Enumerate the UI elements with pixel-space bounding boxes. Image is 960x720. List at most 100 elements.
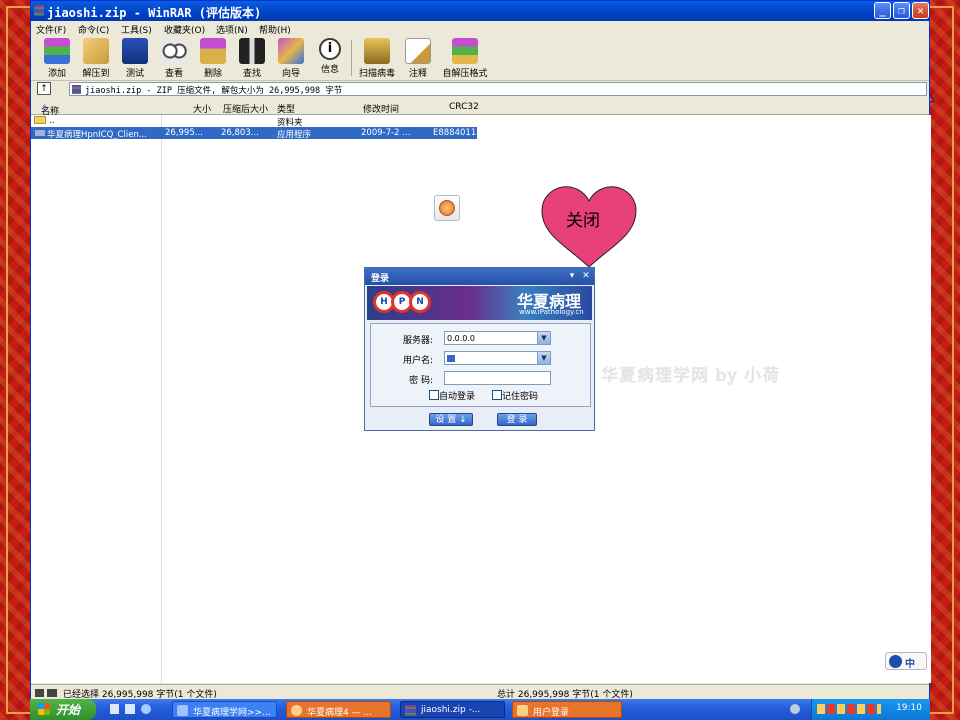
remember-label: 记住密码 bbox=[502, 392, 539, 402]
file-packed-size: 26,803... bbox=[221, 128, 259, 138]
menu-tools[interactable]: 工具(S) bbox=[121, 23, 152, 36]
auto-login-label: 自动登录 bbox=[439, 392, 476, 402]
test-icon bbox=[122, 38, 148, 64]
start-button[interactable]: 开始 bbox=[30, 699, 96, 720]
file-type: 应用程序 bbox=[277, 130, 312, 140]
toolbar: 添加 解压到 测试 查看 删除 查找 向导 i 信息 扫描病毒 注释 自解压格式 bbox=[31, 36, 929, 81]
watermark-text: 华夏病理学网 by 小荷 bbox=[601, 366, 781, 386]
toolbar-delete-button[interactable]: 删除 bbox=[193, 38, 233, 79]
chevron-down-icon[interactable]: ▼ bbox=[537, 332, 550, 344]
extract-to-icon bbox=[83, 38, 109, 64]
task-label: 华夏病理4 — ... bbox=[307, 708, 373, 718]
login-dialog: 登录 ▾ ✕ H P N 华夏病理 www.iPathology.cn 服务器:… bbox=[364, 267, 595, 431]
sfx-icon bbox=[452, 38, 478, 64]
task-label: 用户登录 bbox=[533, 708, 570, 718]
start-label: 开始 bbox=[56, 703, 81, 717]
quicklaunch-ie-icon[interactable] bbox=[110, 704, 119, 714]
spinner-icon bbox=[439, 200, 455, 216]
info-icon: i bbox=[319, 38, 341, 60]
server-value: 0.0.0.0 bbox=[447, 334, 475, 343]
taskbar-item-login[interactable]: 用户登录 bbox=[512, 701, 622, 718]
ime-indicator[interactable]: 中 bbox=[885, 652, 927, 670]
column-size-header[interactable]: 大小 bbox=[193, 102, 211, 115]
comment-icon bbox=[405, 38, 431, 64]
column-packed-header[interactable]: 压缩后大小 bbox=[223, 102, 268, 115]
up-folder-button[interactable]: ↑ bbox=[37, 82, 51, 95]
toolbar-info-button[interactable]: i 信息 bbox=[310, 38, 350, 75]
task-label: jiaoshi.zip -... bbox=[421, 705, 481, 715]
close-button[interactable]: ✕ bbox=[912, 2, 929, 19]
menu-options[interactable]: 选项(N) bbox=[216, 23, 248, 36]
login-close-button[interactable]: ✕ bbox=[581, 271, 591, 281]
window-icon bbox=[177, 705, 188, 716]
quicklaunch-desktop-icon[interactable] bbox=[125, 704, 135, 714]
column-crc-header[interactable]: CRC32 bbox=[449, 102, 479, 112]
login-title: 登录 bbox=[371, 274, 390, 284]
password-row: 密 码: bbox=[371, 371, 590, 386]
chevron-down-icon[interactable]: ▼ bbox=[537, 352, 550, 364]
toolbar-test-button[interactable]: 测试 bbox=[115, 38, 155, 79]
username-select[interactable]: ▼ bbox=[444, 351, 551, 365]
help-icon[interactable] bbox=[790, 704, 800, 714]
add-archive-icon bbox=[44, 38, 70, 64]
file-icon bbox=[35, 130, 45, 136]
checkbox-box[interactable] bbox=[492, 390, 502, 400]
file-row-selected[interactable]: 华夏病理HpnICQ_Clien... 26,995... 26,803... … bbox=[31, 127, 477, 140]
settings-button[interactable]: 设 置 ↓ bbox=[429, 413, 473, 426]
checkbox-box[interactable] bbox=[429, 390, 439, 400]
title-bar: jiaoshi.zip - WinRAR (评估版本) _ ❐ ✕ bbox=[31, 1, 929, 21]
menu-help[interactable]: 帮助(H) bbox=[259, 23, 291, 36]
window-icon bbox=[517, 705, 528, 716]
menu-file[interactable]: 文件(F) bbox=[36, 23, 66, 36]
taskbar-item-website[interactable]: 华夏病理学网>>... bbox=[172, 701, 277, 718]
toolbar-find-button[interactable]: 查找 bbox=[232, 38, 272, 79]
ime-logo-icon bbox=[889, 655, 902, 668]
loading-app-icon[interactable] bbox=[434, 195, 460, 221]
window-icon bbox=[291, 705, 302, 716]
system-tray: 19:10 bbox=[811, 699, 930, 720]
taskbar-item-huaxia4[interactable]: 华夏病理4 — ... bbox=[286, 701, 391, 718]
file-name: .. bbox=[49, 116, 55, 126]
clock: 19:10 bbox=[896, 703, 922, 713]
file-size: 26,995... bbox=[165, 128, 203, 138]
sort-up-icon: ⇧ bbox=[41, 104, 49, 114]
list-header: 名称 ⇧ 大小 压缩后大小 类型 修改时间 CRC32 bbox=[31, 100, 929, 117]
minimize-button[interactable]: _ bbox=[874, 2, 891, 19]
quicklaunch-browser-icon[interactable] bbox=[141, 704, 151, 714]
taskbar-item-winrar[interactable]: jiaoshi.zip -... bbox=[400, 701, 505, 718]
maximize-button[interactable]: ❐ bbox=[893, 2, 910, 19]
login-button[interactable]: 登 录 bbox=[497, 413, 537, 426]
menu-command[interactable]: 命令(C) bbox=[78, 23, 109, 36]
toolbar-wizard-button[interactable]: 向导 bbox=[271, 38, 311, 79]
username-label: 用户名: bbox=[402, 356, 433, 366]
password-input[interactable] bbox=[444, 371, 551, 385]
taskbar: 开始 华夏病理学网>>... 华夏病理4 — ... jiaoshi.zip -… bbox=[30, 699, 930, 720]
server-select[interactable]: 0.0.0.0 ▼ bbox=[444, 331, 551, 345]
login-banner: H P N 华夏病理 www.iPathology.cn bbox=[367, 286, 592, 320]
username-row: 用户名: ▼ bbox=[371, 351, 590, 366]
toolbar-comment-button[interactable]: 注释 bbox=[398, 38, 438, 79]
login-form: 服务器: 0.0.0.0 ▼ 用户名: ▼ 密 码: bbox=[370, 323, 591, 407]
password-label: 密 码: bbox=[409, 376, 433, 386]
toolbar-view-button[interactable]: 查看 bbox=[154, 38, 194, 79]
menu-favorites[interactable]: 收藏夹(O) bbox=[164, 23, 205, 36]
file-name: 华夏病理HpnICQ_Clien... bbox=[47, 130, 147, 140]
wizard-icon bbox=[278, 38, 304, 64]
toolbar-virus-scan-button[interactable]: 扫描病毒 bbox=[355, 38, 399, 79]
virus-scan-icon bbox=[364, 38, 390, 64]
hpn-logo: H P N bbox=[373, 291, 431, 315]
task-label: 华夏病理学网>>... bbox=[193, 708, 271, 718]
winrar-icon bbox=[405, 705, 416, 716]
address-text: jiaoshi.zip - ZIP 压缩文件, 解包大小为 26,995,998… bbox=[85, 86, 343, 96]
toolbar-sfx-button[interactable]: 自解压格式 bbox=[439, 38, 491, 79]
address-box[interactable]: jiaoshi.zip - ZIP 压缩文件, 解包大小为 26,995,998… bbox=[69, 82, 927, 96]
find-icon bbox=[239, 38, 265, 64]
server-row: 服务器: 0.0.0.0 ▼ bbox=[371, 331, 590, 346]
tray-icons[interactable] bbox=[817, 704, 881, 714]
column-type-header[interactable]: 类型 bbox=[277, 102, 295, 115]
login-minimize-button[interactable]: ▾ bbox=[567, 271, 577, 281]
column-modified-header[interactable]: 修改时间 bbox=[363, 102, 399, 115]
file-row-parent[interactable]: .. 资料夹 bbox=[31, 115, 477, 128]
toolbar-add-button[interactable]: 添加 bbox=[37, 38, 77, 79]
toolbar-extract-button[interactable]: 解压到 bbox=[76, 38, 116, 79]
